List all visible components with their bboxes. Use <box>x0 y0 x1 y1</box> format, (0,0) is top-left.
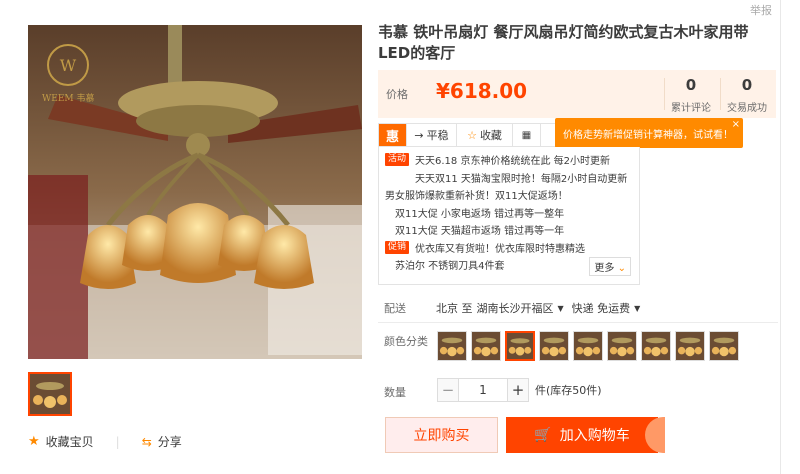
swatch-image <box>574 332 602 360</box>
share-link[interactable]: 分享 <box>158 433 182 450</box>
color-swatches <box>437 331 739 361</box>
cart-icon: 🛒 <box>534 427 552 443</box>
report-link[interactable]: 举报 <box>750 2 772 18</box>
more-button[interactable]: 更多 ⌄ <box>589 257 631 276</box>
promo-text: 苏泊尔 不锈钢刀具4件套 <box>395 261 505 273</box>
price-tool-tip: 价格走势新增促销计算神器，试试看！ × <box>555 118 743 148</box>
favorite-link[interactable]: 收藏宝贝 <box>46 433 94 450</box>
promo-row[interactable]: 天天双11 天猫淘宝限时抢！每隔2小时自动更新 <box>385 169 633 187</box>
color-swatch[interactable] <box>709 331 739 361</box>
thumbnail-image <box>30 374 70 414</box>
stock-info: 件(库存50件) <box>535 384 602 397</box>
decrease-button[interactable]: − <box>437 378 459 402</box>
star-icon: ★ <box>28 434 40 449</box>
swatch-image <box>438 332 466 360</box>
right-divider <box>780 0 781 474</box>
quantity-input[interactable]: 1 <box>459 378 507 402</box>
sales-count: 0 <box>741 76 753 94</box>
promo-tag: 活动 <box>385 153 409 167</box>
quantity-label: 数量 <box>384 386 406 399</box>
chevron-down-icon: ⌄ <box>617 263 626 274</box>
trend-button[interactable]: → 平稳 <box>407 124 457 146</box>
tip-text: 价格走势新增促销计算神器，试试看！ <box>563 129 733 141</box>
promo-text: 男女服饰爆款重新补货！双11大促返场！ <box>385 191 568 203</box>
promo-row[interactable]: 男女服饰爆款重新补货！双11大促返场！ <box>385 186 633 204</box>
separator: | <box>115 434 120 449</box>
color-swatch[interactable] <box>675 331 705 361</box>
promo-row[interactable]: 活动 天天6.18 京东神价格统统在此 每2小时更新 <box>385 151 633 169</box>
trend-label: 平稳 <box>426 129 449 142</box>
promo-tag: 促销 <box>385 240 409 254</box>
shipping-method[interactable]: 快递 免运费 <box>572 300 631 316</box>
swatch-image <box>608 332 636 360</box>
add-to-cart-label: 加入购物车 <box>559 428 630 444</box>
promo-text: 优衣库又有货啦！优衣库限时特惠精选 <box>415 243 585 255</box>
share-icon: ⇆ <box>141 434 152 449</box>
reviews-label: 累计评论 <box>671 103 711 114</box>
svg-text:W: W <box>60 56 77 75</box>
swatch-image <box>507 333 533 359</box>
stat-reviews[interactable]: 0 累计评论 <box>664 76 718 114</box>
delivery-row: 配送 北京 至 湖南长沙开福区 ▼ 快递 免运费 ▼ <box>384 300 640 316</box>
promo-text: 双11大促 天猫超市返场 错过再等一年 <box>395 226 565 238</box>
product-thumbnail[interactable] <box>28 372 72 416</box>
color-label: 颜色分类 <box>384 335 428 348</box>
promo-row[interactable]: 促销 优衣库又有货啦！优衣库限时特惠精选 <box>385 239 633 257</box>
price-tool-logo[interactable]: 惠 <box>379 124 407 146</box>
reviews-count: 0 <box>685 76 697 94</box>
brand-logo-text: WEEM 韦慕 <box>42 94 95 104</box>
promo-row[interactable]: 双11大促 天猫超市返场 错过再等一年 <box>385 221 633 239</box>
promo-text: 双11大促 小家电返场 错过再等一整年 <box>395 208 565 220</box>
price-box: 价格 ¥618.00 0 累计评论 0 交易成功 <box>378 70 776 118</box>
swatch-image <box>676 332 704 360</box>
promo-text: 天天6.18 京东神价格统统在此 每2小时更新 <box>415 156 610 168</box>
arrow-right-icon: → <box>414 128 424 142</box>
promo-panel: 活动 天天6.18 京东神价格统统在此 每2小时更新 天天双11 天猫淘宝限时抢… <box>378 147 640 285</box>
promo-row[interactable]: 双11大促 小家电返场 错过再等一整年 <box>385 204 633 222</box>
favorite-share-row: ★ 收藏宝贝 | ⇆ 分享 <box>28 433 182 450</box>
color-swatch[interactable] <box>505 331 535 361</box>
star-outline-icon: ☆ <box>467 128 477 142</box>
qrcode-icon: ▦ <box>521 129 532 141</box>
stat-sales[interactable]: 0 交易成功 <box>720 76 774 114</box>
promo-text: 天天双11 天猫淘宝限时抢！每隔2小时自动更新 <box>415 173 628 185</box>
swatch-image <box>642 332 670 360</box>
color-swatch[interactable] <box>573 331 603 361</box>
color-swatch[interactable] <box>539 331 569 361</box>
caret-down-icon: ▼ <box>557 303 564 313</box>
swatch-image <box>540 332 568 360</box>
product-title: 韦慕 铁叶吊扇灯 餐厅风扇吊灯简约欧式复古木叶家用带LED的客厅 <box>378 23 749 62</box>
price-label: 价格 <box>386 88 408 101</box>
color-swatch[interactable] <box>471 331 501 361</box>
qrcode-button[interactable]: ▦ <box>513 124 541 146</box>
swatch-image <box>472 332 500 360</box>
add-to-cart-button[interactable]: 🛒 加入购物车 <box>506 417 658 453</box>
increase-button[interactable]: + <box>507 378 529 402</box>
close-icon[interactable]: × <box>732 119 740 130</box>
section-divider <box>378 322 778 323</box>
delivery-label: 配送 <box>384 302 406 315</box>
color-swatch[interactable] <box>607 331 637 361</box>
quantity-stepper: − 1 + 件(库存50件) <box>437 378 602 402</box>
chandelier-photo: W <box>28 25 362 359</box>
price-value: ¥618.00 <box>436 79 528 103</box>
swatch-image <box>710 332 738 360</box>
color-swatch[interactable] <box>437 331 467 361</box>
delivery-destination[interactable]: 湖南长沙开福区 <box>477 300 554 316</box>
main-product-image: W WEEM 韦慕 <box>28 25 362 359</box>
sales-label: 交易成功 <box>727 103 767 114</box>
caret-down-icon: ▼ <box>634 303 641 313</box>
collect-button[interactable]: ☆ 收藏 <box>457 124 513 146</box>
color-swatch[interactable] <box>641 331 671 361</box>
delivery-from: 北京 至 <box>436 302 473 315</box>
buy-now-button[interactable]: 立即购买 <box>385 417 498 453</box>
collect-label: 收藏 <box>479 129 502 142</box>
